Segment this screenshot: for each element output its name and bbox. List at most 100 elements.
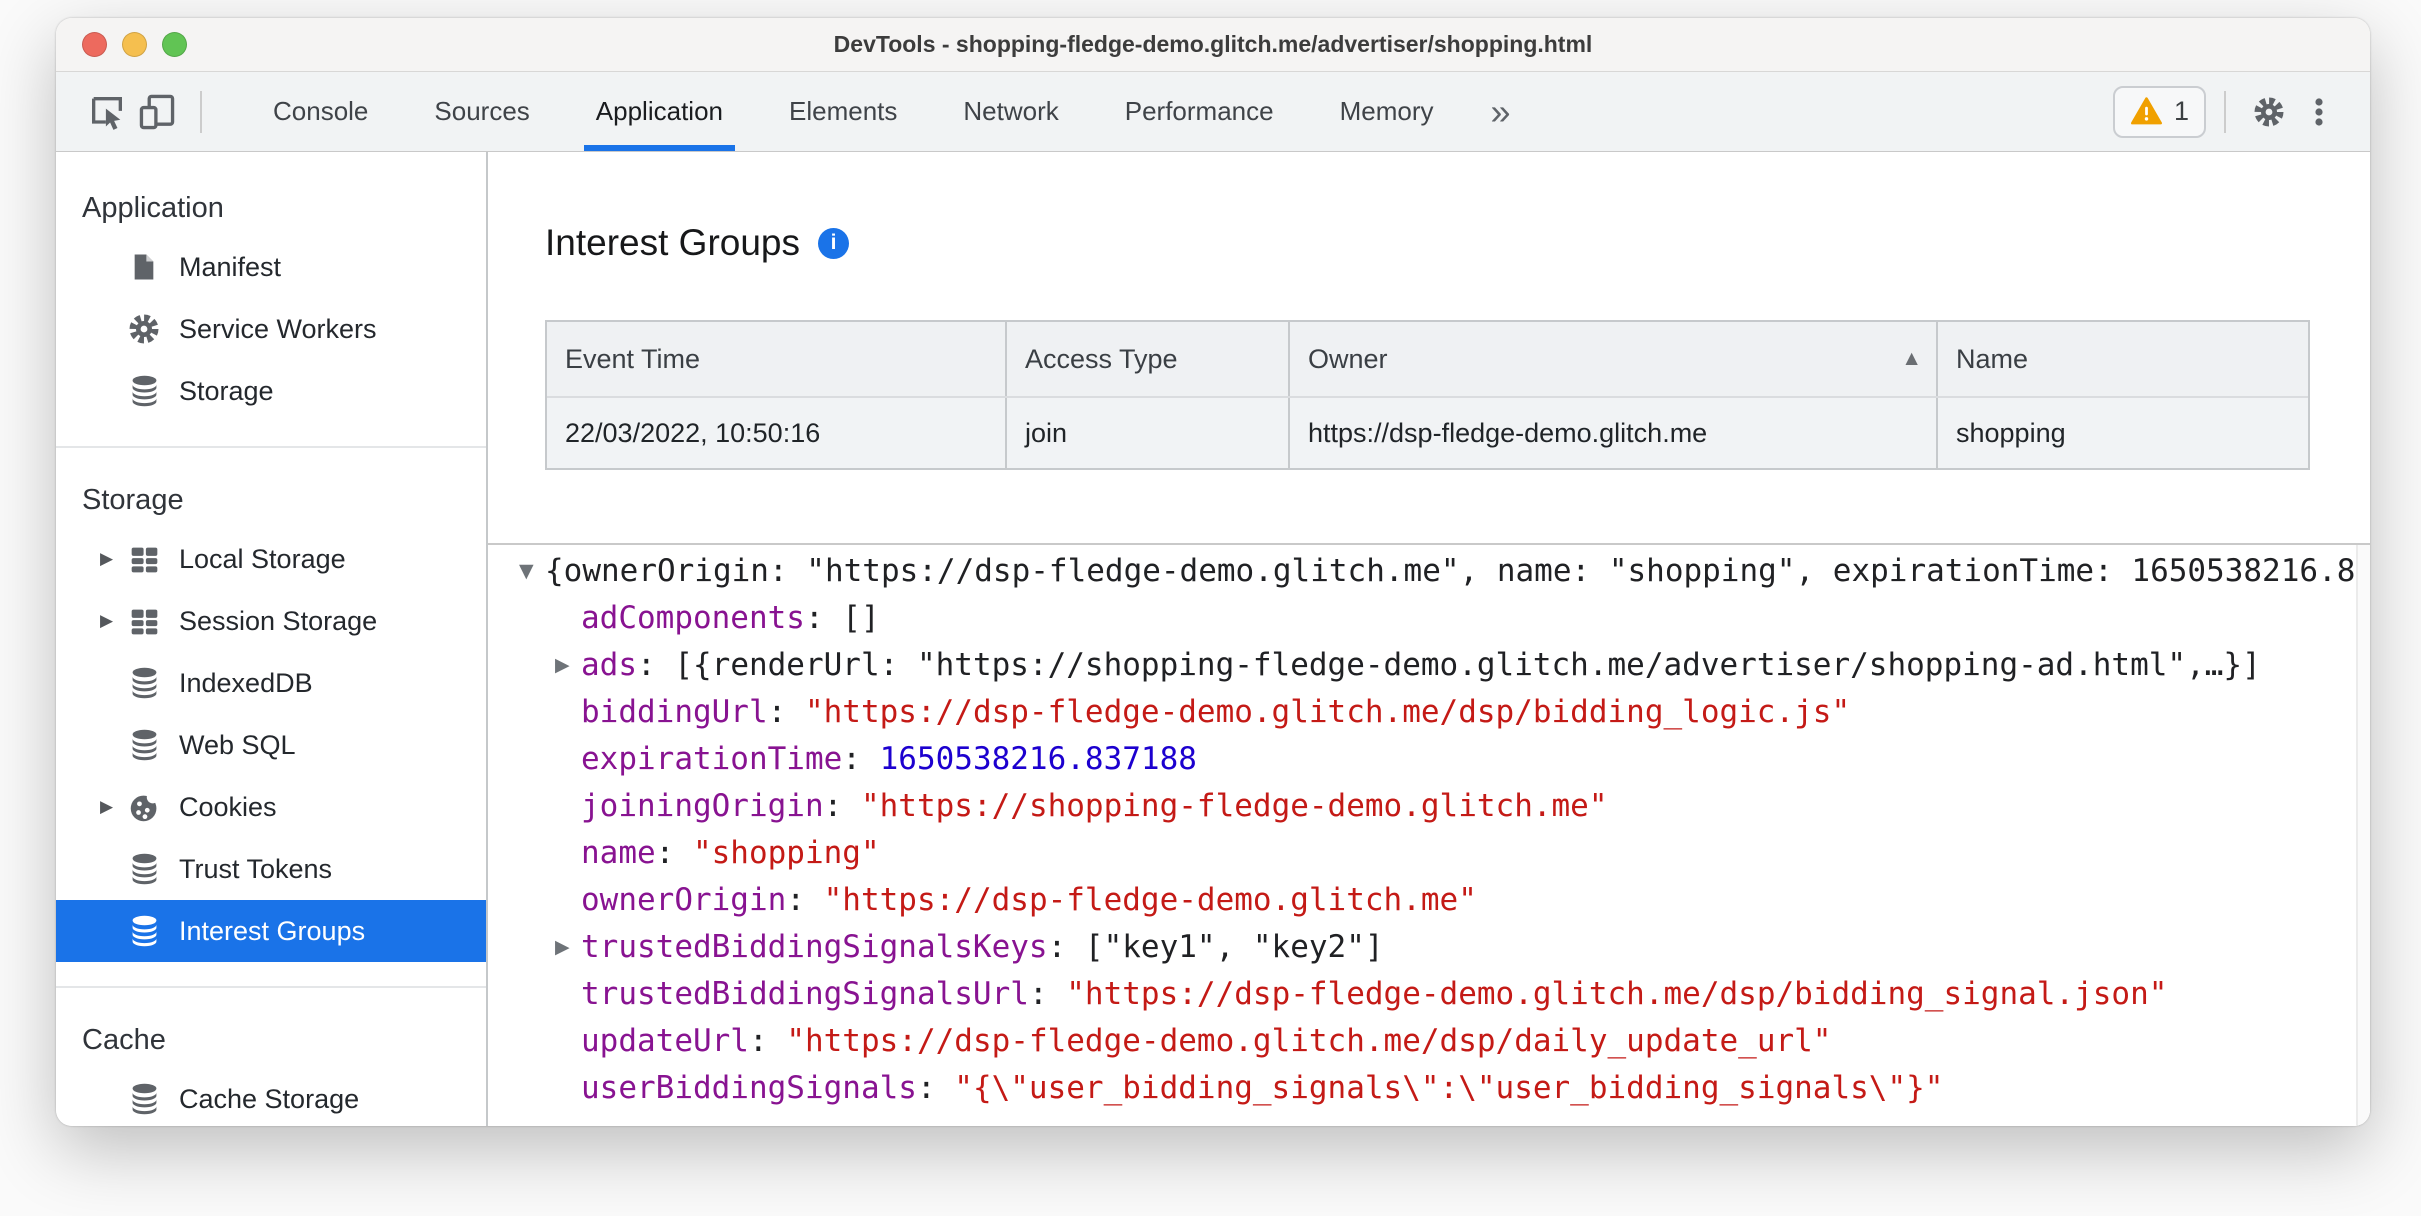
tree-segment-string: "https://dsp-fledge-demo.glitch.me/dsp/b… <box>1066 975 2168 1012</box>
info-icon[interactable]: i <box>818 227 850 259</box>
tree-segment-plain: : <box>655 834 693 871</box>
kebab-menu-icon[interactable] <box>2294 87 2344 137</box>
table-cell: shopping <box>1936 398 2308 468</box>
tree-expanded-icon[interactable]: ▼ <box>519 560 545 582</box>
tree-segment-key: name <box>581 834 656 871</box>
tree-segment-string: "https://dsp-fledge-demo.glitch.me/dsp/b… <box>804 693 1851 730</box>
tree-line[interactable]: adComponents: [] <box>488 594 2370 641</box>
column-header-event-time[interactable]: Event Time <box>547 322 1005 396</box>
tree-line[interactable]: name: "shopping" <box>488 829 2370 876</box>
tree-segment-plain: : ["key1", "key2"] <box>1047 928 1384 965</box>
database-icon <box>126 374 162 409</box>
tree-line[interactable]: ▼ {ownerOrigin: "https://dsp-fledge-demo.… <box>488 547 2370 594</box>
tree-line[interactable]: trustedBiddingSignalsUrl: "https://dsp-f… <box>488 970 2370 1017</box>
sidebar-item-web-sql[interactable]: Web SQL <box>56 714 486 776</box>
sidebar-section-title: Storage <box>82 484 184 516</box>
panel-title-row: Interest Groups i <box>545 222 2370 264</box>
sidebar-item-manifest[interactable]: Manifest <box>56 236 486 298</box>
column-header-name[interactable]: Name <box>1936 322 2308 396</box>
tree-segment-key: updateUrl <box>581 1022 749 1059</box>
tree-segment-plain: : [{renderUrl: "https://shopping-fledge-… <box>637 646 2261 683</box>
sidebar-item-label: Cookies <box>179 791 277 822</box>
tree-segment-key: userBiddingSignals <box>581 1069 917 1106</box>
warning-icon <box>2130 96 2163 127</box>
application-sidebar: Application Manifest Service Workers Storag… <box>56 152 488 1126</box>
cookie-icon <box>126 790 162 824</box>
sidebar-section-cache: Cache Cache Storage <box>56 986 486 1126</box>
database-icon <box>126 728 162 763</box>
disclosure-triangle-icon[interactable]: ▶ <box>100 611 126 631</box>
tab-application[interactable]: Application <box>563 72 756 151</box>
sidebar-section-title: Cache <box>82 1024 166 1056</box>
more-tabs-button[interactable]: » <box>1467 91 1535 133</box>
interest-group-details-tree: ▼ {ownerOrigin: "https://dsp-fledge-demo.… <box>488 543 2370 1126</box>
toolbar-separator <box>200 90 202 133</box>
sidebar-item-cookies[interactable]: ▶ Cookies <box>56 776 486 838</box>
sidebar-item-service-workers[interactable]: Service Workers <box>56 298 486 360</box>
sidebar-item-session-storage[interactable]: ▶ Session Storage <box>56 590 486 652</box>
sidebar-item-interest-groups[interactable]: Interest Groups <box>56 900 486 962</box>
sidebar-item-label: Trust Tokens <box>179 853 333 884</box>
tree-segment-plain: : <box>842 740 880 777</box>
tree-segment-key: ownerOrigin <box>581 881 787 918</box>
database-icon <box>126 852 162 887</box>
tree-line[interactable]: userBiddingSignals: "{\"user_bidding_sig… <box>488 1064 2370 1111</box>
page-title: Interest Groups <box>545 222 801 263</box>
tree-segment-key: trustedBiddingSignalsKeys <box>581 928 1048 965</box>
disclosure-triangle-icon[interactable]: ▶ <box>100 549 126 569</box>
sidebar-item-label: Storage <box>179 375 274 406</box>
column-header-label: Name <box>1956 343 2029 374</box>
tree-segment-plain: {ownerOrigin: "https://dsp-fledge-demo.g… <box>545 552 2370 589</box>
tree-line[interactable]: ▶ trustedBiddingSignalsKeys: ["key1", "ke… <box>488 923 2370 970</box>
devtools-toolbar: Console Sources Application Elements Network… <box>56 72 2370 152</box>
tree-segment-plain: : [] <box>804 599 880 636</box>
sidebar-item-label: Manifest <box>179 251 282 282</box>
tree-line[interactable]: biddingUrl: "https://dsp-fledge-demo.gli… <box>488 688 2370 735</box>
tab-network[interactable]: Network <box>930 72 1091 151</box>
sidebar-item-label: Service Workers <box>179 313 377 344</box>
tree-line[interactable]: joiningOrigin: "https://shopping-fledge-… <box>488 782 2370 829</box>
tree-segment-plain: : <box>1028 975 1067 1012</box>
tab-performance[interactable]: Performance <box>1092 72 1307 151</box>
sidebar-item-local-storage[interactable]: ▶ Local Storage <box>56 528 486 590</box>
sidebar-item-indexeddb[interactable]: IndexedDB <box>56 652 486 714</box>
tree-segment-plain: : <box>748 1022 787 1059</box>
sidebar-item-cache-storage[interactable]: Cache Storage <box>56 1068 486 1126</box>
tree-line[interactable]: updateUrl: "https://dsp-fledge-demo.glit… <box>488 1017 2370 1064</box>
column-header-access-type[interactable]: Access Type <box>1005 322 1288 396</box>
tree-collapsed-icon[interactable]: ▶ <box>555 936 581 958</box>
tree-segment-plain: : <box>823 787 861 824</box>
warnings-badge[interactable]: 1 <box>2112 85 2206 138</box>
tree-line[interactable]: expirationTime: 1650538216.837188 <box>488 735 2370 782</box>
table-cell: 22/03/2022, 10:50:16 <box>547 398 1005 468</box>
sidebar-item-label: Interest Groups <box>179 915 366 946</box>
table-row[interactable]: 22/03/2022, 10:50:16 join https://dsp-fled… <box>547 398 2308 468</box>
tab-elements[interactable]: Elements <box>756 72 930 151</box>
tree-segment-key: adComponents <box>581 599 805 636</box>
sidebar-item-trust-tokens[interactable]: Trust Tokens <box>56 838 486 900</box>
interest-groups-panel: Interest Groups i Event Time Access Type O… <box>488 152 2370 1126</box>
tab-sources[interactable]: Sources <box>401 72 562 151</box>
scrollbar[interactable] <box>2356 545 2370 1126</box>
tree-segment-key: trustedBiddingSignalsUrl <box>581 975 1029 1012</box>
tab-memory[interactable]: Memory <box>1307 72 1467 151</box>
devtools-window: DevTools - shopping-fledge-demo.glitch.m… <box>56 18 2370 1126</box>
sidebar-section-storage: Storage ▶ Local Storage ▶ Session Storage Ind… <box>56 446 486 962</box>
tree-segment-string: "https://shopping-fledge-demo.glitch.me" <box>860 787 1608 824</box>
inspect-icon[interactable] <box>82 87 132 137</box>
tab-console[interactable]: Console <box>240 72 401 151</box>
disclosure-triangle-icon[interactable]: ▶ <box>100 797 126 817</box>
column-header-owner[interactable]: Owner ▲ <box>1288 322 1936 396</box>
titlebar: DevTools - shopping-fledge-demo.glitch.m… <box>56 18 2370 72</box>
sidebar-item-label: Cache Storage <box>179 1083 360 1114</box>
gear-icon[interactable] <box>2244 87 2294 137</box>
tree-line[interactable]: ownerOrigin: "https://dsp-fledge-demo.gl… <box>488 876 2370 923</box>
window-title: DevTools - shopping-fledge-demo.glitch.m… <box>833 31 1593 57</box>
tree-collapsed-icon[interactable]: ▶ <box>555 654 581 676</box>
tree-line[interactable]: ▶ ads: [{renderUrl: "https://shopping-fle… <box>488 641 2370 688</box>
tree-segment-plain: : <box>786 881 824 918</box>
device-toolbar-icon[interactable] <box>132 87 182 137</box>
sort-ascending-icon: ▲ <box>1901 347 1922 370</box>
table-header-row: Event Time Access Type Owner ▲ Name <box>547 322 2308 398</box>
sidebar-item-storage[interactable]: Storage <box>56 360 486 422</box>
